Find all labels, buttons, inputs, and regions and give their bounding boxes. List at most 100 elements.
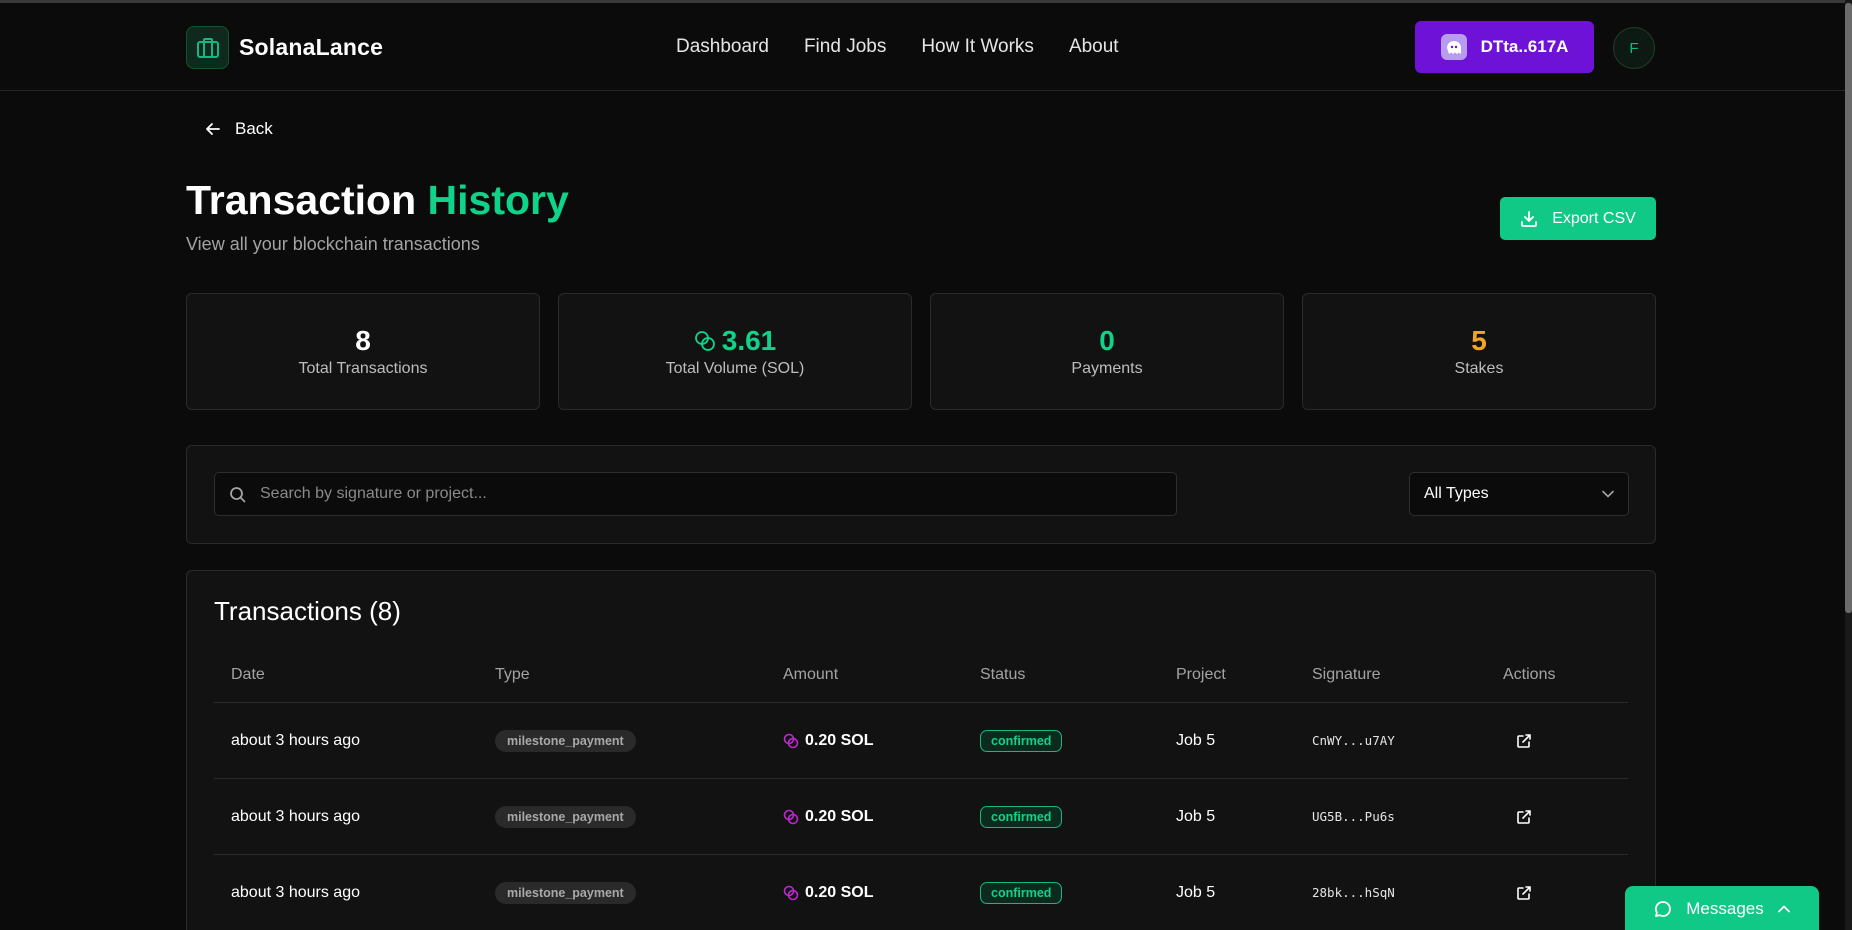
coins-icon	[783, 733, 799, 748]
search-icon	[230, 486, 246, 502]
tx-type-badge: milestone_payment	[495, 881, 636, 904]
tx-date: about 3 hours ago	[231, 883, 360, 901]
tx-project: Job 5	[1176, 807, 1216, 825]
wallet-address: DTta..617A	[1480, 37, 1569, 56]
stat-value: 8	[355, 324, 371, 356]
tx-type-badge: milestone_payment	[495, 729, 636, 752]
stat-card-stakes: 5 Stakes	[1302, 293, 1656, 410]
tx-amount-cell: 0.20 SOL	[783, 855, 873, 930]
export-csv-button[interactable]: Export CSV	[1500, 197, 1656, 240]
page-title-accent: History	[427, 177, 569, 223]
nav-dashboard[interactable]: Dashboard	[676, 36, 769, 58]
briefcase-icon	[186, 26, 229, 69]
tx-status-cell: confirmed	[980, 779, 1063, 854]
table-row: about 3 hours ago milestone_payment 0.20…	[214, 855, 1628, 930]
external-link-icon	[1517, 885, 1531, 900]
column-header-type: Type	[495, 665, 530, 683]
type-filter-select[interactable]: All Types	[1409, 472, 1629, 516]
column-header-date: Date	[231, 665, 265, 683]
table-header: Date Type Amount Status Project Signatur…	[214, 647, 1628, 703]
open-explorer-button[interactable]	[1516, 855, 1532, 930]
tx-status-cell: confirmed	[980, 703, 1063, 778]
search-box[interactable]	[214, 472, 1177, 516]
chevron-down-icon	[1602, 490, 1614, 498]
download-icon	[1521, 210, 1538, 227]
column-header-project: Project	[1176, 665, 1226, 683]
tx-amount-cell: 0.20 SOL	[783, 779, 873, 854]
stat-card-total-volume: 3.61 Total Volume (SOL)	[558, 293, 912, 410]
status-badge: confirmed	[980, 805, 1063, 828]
messages-button[interactable]: Messages	[1625, 886, 1819, 930]
external-link-icon	[1517, 733, 1531, 748]
tx-project: Job 5	[1176, 731, 1216, 749]
tx-type-cell: milestone_payment	[495, 855, 636, 930]
tx-type-cell: milestone_payment	[495, 703, 636, 778]
column-header-amount: Amount	[783, 665, 839, 683]
column-header-signature: Signature	[1312, 665, 1381, 683]
stat-value: 3.61	[721, 324, 777, 356]
top-navbar: SolanaLance Dashboard Find Jobs How It W…	[0, 3, 1845, 91]
table-row: about 3 hours ago milestone_payment 0.20…	[214, 779, 1628, 855]
tx-amount-value: 0.20 SOL	[805, 807, 874, 825]
stat-card-payments: 0 Payments	[930, 293, 1284, 410]
nav-about[interactable]: About	[1069, 36, 1119, 58]
tx-amount-value: 0.20 SOL	[805, 883, 874, 901]
tx-amount: 0.20 SOL	[783, 808, 873, 826]
wallet-button[interactable]: DTta..617A	[1415, 21, 1594, 73]
stat-label: Total Volume (SOL)	[665, 360, 805, 378]
stat-value: 5	[1471, 324, 1487, 356]
back-label: Back	[235, 119, 273, 138]
brand-name: SolanaLance	[239, 34, 384, 60]
stat-label: Stakes	[1454, 360, 1504, 378]
tx-project: Job 5	[1176, 883, 1216, 901]
messages-label: Messages	[1686, 899, 1764, 918]
coins-icon	[783, 809, 799, 824]
filter-panel: All Types	[186, 445, 1656, 544]
status-badge: confirmed	[980, 881, 1063, 904]
nav-find-jobs[interactable]: Find Jobs	[804, 36, 886, 58]
tx-date: about 3 hours ago	[231, 731, 360, 749]
page-title-main: Transaction	[186, 177, 417, 223]
tx-status-cell: confirmed	[980, 855, 1063, 930]
arrow-left-icon	[206, 123, 220, 135]
tx-amount: 0.20 SOL	[783, 732, 873, 750]
tx-amount-value: 0.20 SOL	[805, 731, 874, 749]
tx-signature: UG5B...Pu6s	[1312, 809, 1395, 824]
page-subtitle: View all your blockchain transactions	[186, 234, 480, 254]
column-header-actions: Actions	[1503, 665, 1556, 683]
tx-date: about 3 hours ago	[231, 807, 360, 825]
open-explorer-button[interactable]	[1516, 703, 1532, 778]
scrollbar-thumb[interactable]	[1845, 3, 1852, 613]
main-nav: Dashboard Find Jobs How It Works About	[676, 36, 1119, 58]
avatar[interactable]: F	[1613, 27, 1655, 69]
chevron-up-icon	[1777, 905, 1790, 913]
export-csv-label: Export CSV	[1552, 209, 1636, 227]
transactions-heading: Transactions (8)	[214, 596, 401, 626]
stat-label: Total Transactions	[298, 360, 428, 378]
tx-type-cell: milestone_payment	[495, 779, 636, 854]
message-circle-icon	[1655, 901, 1672, 917]
stat-card-total-transactions: 8 Total Transactions	[186, 293, 540, 410]
stat-value: 0	[1099, 324, 1115, 356]
open-explorer-button[interactable]	[1516, 779, 1532, 854]
transactions-panel: Transactions (8) Date Type Amount Status…	[186, 570, 1656, 930]
tx-signature: 28bk...hSqN	[1312, 885, 1395, 900]
phantom-ghost-icon	[1440, 34, 1467, 60]
tx-amount-cell: 0.20 SOL	[783, 703, 873, 778]
brand[interactable]: SolanaLance	[186, 26, 383, 69]
column-header-status: Status	[980, 665, 1026, 683]
page-title: Transaction History	[186, 177, 569, 224]
tx-amount: 0.20 SOL	[783, 884, 873, 902]
type-filter-value: All Types	[1424, 485, 1489, 502]
table-row: about 3 hours ago milestone_payment 0.20…	[214, 703, 1628, 779]
coins-icon	[783, 885, 799, 900]
nav-how-it-works[interactable]: How It Works	[921, 36, 1034, 58]
coins-icon	[694, 331, 715, 351]
back-button[interactable]: Back	[205, 119, 273, 139]
status-badge: confirmed	[980, 729, 1063, 752]
search-input[interactable]	[260, 485, 1160, 503]
external-link-icon	[1517, 809, 1531, 824]
transactions-table: Date Type Amount Status Project Signatur…	[214, 647, 1628, 930]
tx-type-badge: milestone_payment	[495, 805, 636, 828]
tx-signature: CnWY...u7AY	[1312, 733, 1395, 748]
